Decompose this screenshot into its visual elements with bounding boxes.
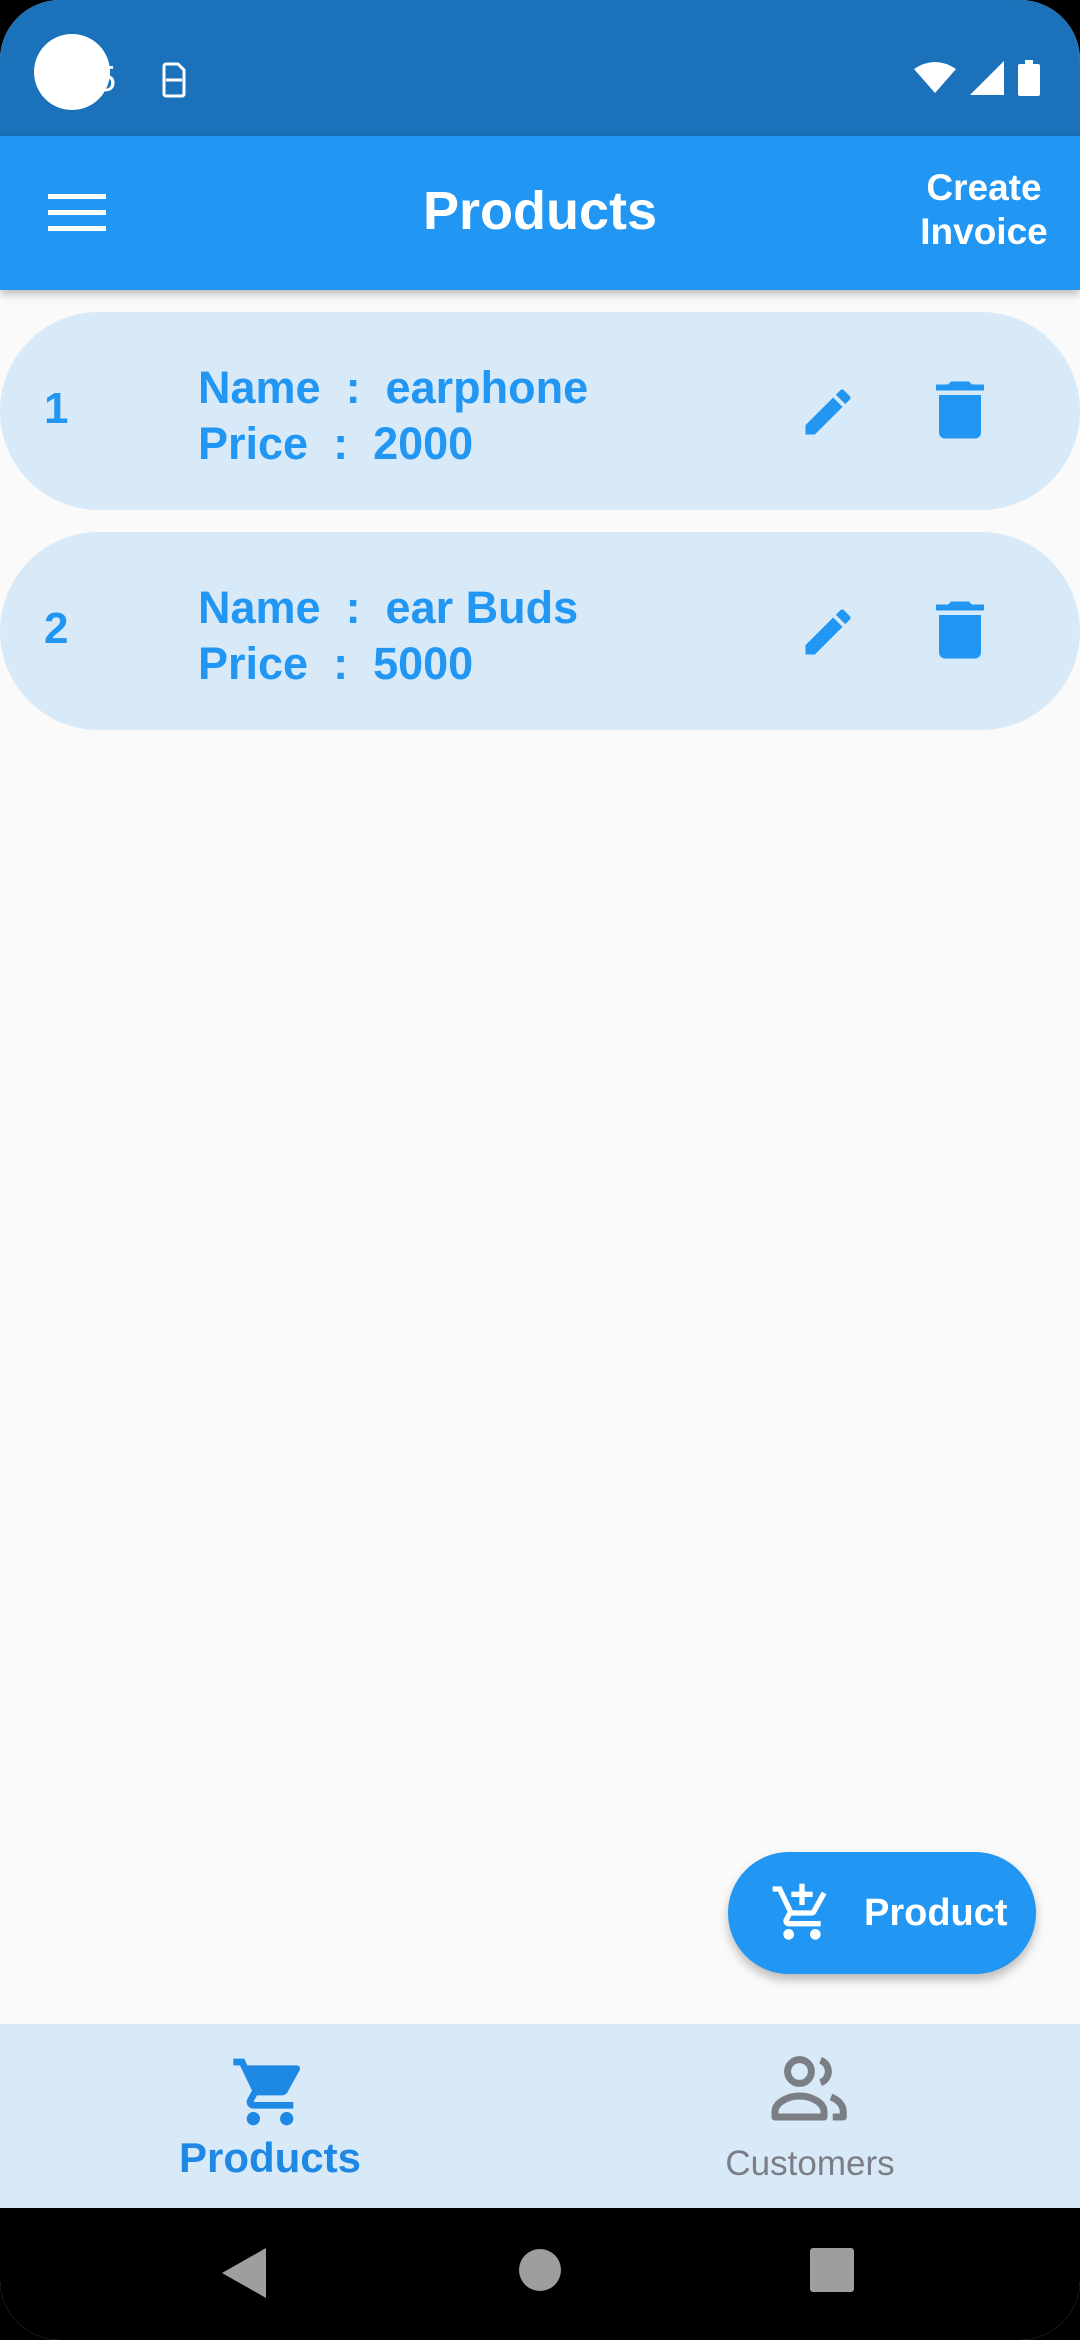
delete-icon[interactable] xyxy=(936,380,984,440)
battery-icon xyxy=(1018,60,1040,96)
delete-icon[interactable] xyxy=(936,600,984,660)
wifi-icon xyxy=(914,62,956,93)
product-name: Name : ear Buds xyxy=(198,582,579,633)
status-bar: 5 xyxy=(0,0,1080,136)
nav-item-customers[interactable]: Customers xyxy=(540,2024,1080,2208)
product-card[interactable]: 2 Name : ear Buds Price : 5000 xyxy=(0,532,1080,730)
signal-icon xyxy=(970,61,1004,95)
back-icon[interactable] xyxy=(222,2248,266,2298)
product-index: 2 xyxy=(44,604,69,653)
create-invoice-label: Create Invoice xyxy=(920,167,1048,252)
sim-icon xyxy=(162,62,186,98)
add-shopping-cart-icon xyxy=(772,1883,827,1940)
product-info: Name : ear Buds Price : 5000 xyxy=(198,580,578,692)
product-index: 1 xyxy=(44,384,69,433)
nav-label-customers: Customers xyxy=(725,2144,895,2183)
product-info: Name : earphone Price : 2000 xyxy=(198,360,588,472)
add-product-label: Product xyxy=(864,1891,1008,1934)
camera-cutout xyxy=(34,34,110,110)
product-name: Name : earphone xyxy=(198,362,589,413)
product-price: Price : 5000 xyxy=(198,638,474,689)
app-screen: 5 Products xyxy=(0,0,1080,2340)
status-icons xyxy=(914,60,1040,96)
nav-item-products[interactable]: Products xyxy=(0,2024,540,2208)
app-bar: Products Create Invoice xyxy=(0,136,1080,290)
add-product-button[interactable]: Product xyxy=(728,1852,1036,1974)
home-icon[interactable] xyxy=(518,2248,562,2292)
bottom-navigation: Products Customers xyxy=(0,2024,1080,2208)
product-price: Price : 2000 xyxy=(198,418,474,469)
edit-icon[interactable] xyxy=(798,382,858,442)
create-invoice-button[interactable]: Create Invoice xyxy=(914,166,1054,254)
people-icon xyxy=(771,2056,847,2121)
recents-icon[interactable] xyxy=(810,2248,854,2292)
edit-icon[interactable] xyxy=(798,602,858,662)
system-navigation-bar xyxy=(0,2208,1080,2340)
product-card[interactable]: 1 Name : earphone Price : 2000 xyxy=(0,312,1080,510)
cart-icon xyxy=(233,2058,301,2126)
product-list: 1 Name : earphone Price : 2000 2 Name : … xyxy=(0,312,1080,752)
nav-label-products: Products xyxy=(178,2134,362,2181)
